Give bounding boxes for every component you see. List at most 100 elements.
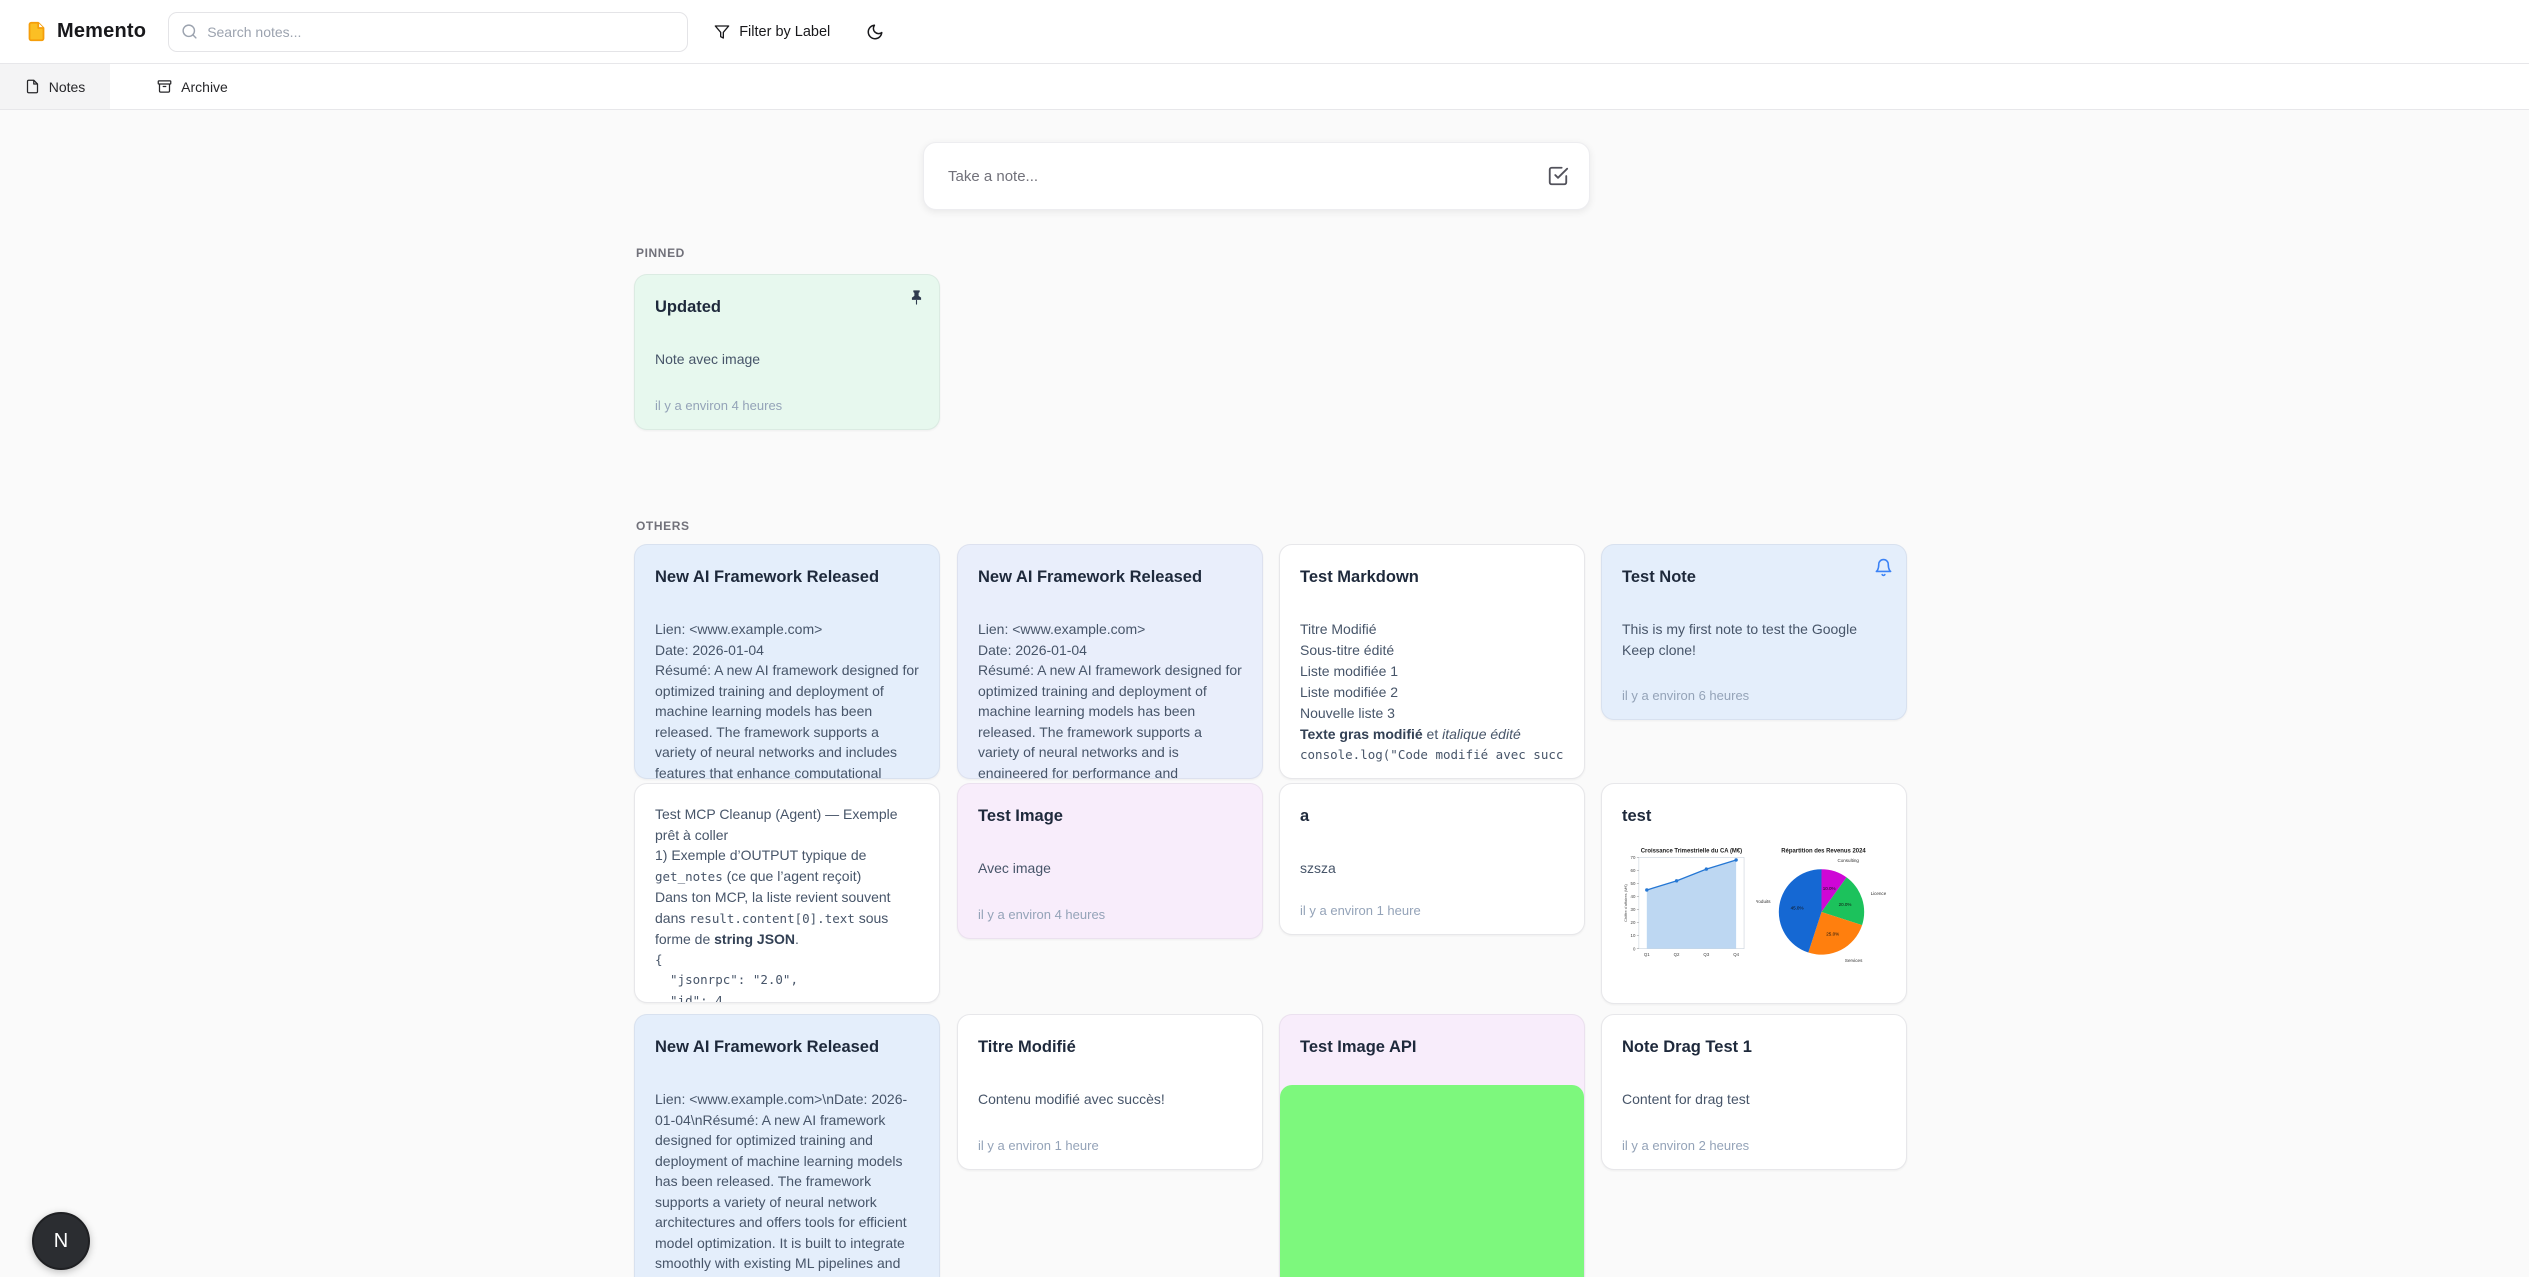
note-card-test-note[interactable]: Test Note This is my first note to test … [1601, 544, 1907, 720]
note-card-test-charts[interactable]: test Croissance Trimestrielle du CA (M€)… [1601, 783, 1907, 1004]
note-title: a [1300, 804, 1564, 828]
markdown-line: Sous-titre édité [1300, 640, 1564, 661]
note-content: This is my first note to test the Google… [1622, 619, 1886, 660]
note-title: New AI Framework Released [655, 565, 919, 589]
note-card-a[interactable]: a szsza il y a environ 1 heure [1279, 783, 1585, 935]
svg-text:Croissance Trimestrielle du CA: Croissance Trimestrielle du CA (M€) [1641, 848, 1742, 854]
file-icon [25, 79, 40, 94]
plain-text: Test MCP Cleanup (Agent) — Exemple prêt … [655, 806, 898, 843]
svg-text:40: 40 [1631, 894, 1636, 899]
user-avatar[interactable]: N [32, 1212, 90, 1270]
note-card-test-markdown[interactable]: Test Markdown Titre Modifié Sous-titre é… [1279, 544, 1585, 779]
note-image-attachments: Croissance Trimestrielle du CA (M€)01020… [1622, 844, 1886, 969]
svg-text:70: 70 [1631, 855, 1636, 860]
svg-text:10: 10 [1631, 933, 1636, 938]
code-line: console.log("Code modifié avec succès!") [1300, 745, 1564, 766]
svg-text:60: 60 [1631, 868, 1636, 873]
markdown-line: Nouvelle liste 3 [1300, 703, 1564, 724]
plain-text: et [1423, 726, 1442, 742]
note-card-test-image[interactable]: Test Image Avec image il y a environ 4 h… [957, 783, 1263, 939]
plain-text: (ce que l’agent reçoit) [723, 868, 862, 884]
others-section-label: OTHERS [636, 519, 690, 533]
tab-notes-label: Notes [49, 79, 86, 95]
markdown-line-formatted: Texte gras modifié et italique édité [1300, 724, 1564, 745]
note-composer[interactable] [923, 142, 1590, 210]
note-content: Titre Modifié Sous-titre édité Liste mod… [1300, 619, 1564, 766]
note-title: Updated [655, 295, 919, 319]
note-title: Titre Modifié [978, 1035, 1242, 1059]
note-title: test [1622, 804, 1886, 828]
svg-text:Consulting: Consulting [1837, 858, 1859, 863]
pinned-section-label: PINNED [636, 246, 685, 260]
code-line: "id": 4,… [655, 991, 919, 1004]
note-card-updated[interactable]: Updated Note avec image il y a environ 4… [634, 274, 940, 430]
note-card-test-image-api[interactable]: Test Image API [1279, 1014, 1585, 1277]
bold-text: Texte gras modifié [1300, 726, 1423, 742]
note-title: Test Image API [1300, 1035, 1564, 1059]
tab-archive-label: Archive [181, 79, 228, 95]
filter-by-label-button[interactable]: Filter by Label [714, 24, 830, 40]
search-input[interactable] [207, 24, 675, 40]
funnel-icon [714, 24, 730, 40]
bold-text: string JSON [714, 931, 795, 947]
app-logo: Memento [26, 20, 146, 43]
code-line: "jsonrpc": "2.0", [655, 970, 919, 991]
pin-icon[interactable] [907, 288, 926, 307]
archive-icon [157, 79, 172, 94]
plain-text: . [795, 931, 799, 947]
file-logo-icon [26, 21, 47, 42]
note-content: Avec image [978, 858, 1242, 879]
note-card-new-ai-3[interactable]: New AI Framework Released Lien: <www.exa… [634, 1014, 940, 1277]
check-square-icon [1547, 165, 1569, 187]
note-content: Lien: <www.example.com> Date: 2026-01-04… [978, 619, 1242, 779]
inline-code: get_notes [655, 869, 723, 884]
markdown-line: Liste modifiée 1 [1300, 661, 1564, 682]
markdown-line: Titre Modifié [1300, 619, 1564, 640]
theme-toggle-button[interactable] [866, 23, 884, 41]
revenue-split-pie-chart: Répartition des Revenus 202410.0%Consult… [1756, 844, 1886, 969]
svg-text:Q3: Q3 [1703, 952, 1709, 957]
tab-notes[interactable]: Notes [0, 64, 110, 109]
tab-archive[interactable]: Archive [110, 64, 275, 109]
note-timestamp: il y a environ 6 heures [1622, 674, 1886, 703]
svg-text:25.0%: 25.0% [1826, 931, 1839, 936]
note-content: Note avec image [655, 349, 919, 370]
code-line: { [655, 950, 919, 971]
note-timestamp: il y a environ 1 heure [1300, 889, 1564, 918]
italic-text: italique édité [1442, 726, 1521, 742]
note-title: Test Markdown [1300, 565, 1564, 589]
take-a-note-input[interactable] [948, 168, 1547, 185]
svg-text:Chiffre d'affaires (M€): Chiffre d'affaires (M€) [1623, 883, 1628, 921]
note-card-new-ai-2[interactable]: New AI Framework Released Lien: <www.exa… [957, 544, 1263, 779]
note-card-note-drag-test[interactable]: Note Drag Test 1 Content for drag test i… [1601, 1014, 1907, 1170]
new-checklist-button[interactable] [1547, 165, 1569, 187]
search-icon [181, 23, 198, 40]
svg-text:20: 20 [1631, 920, 1636, 925]
note-content: Lien: <www.example.com> Date: 2026-01-04… [655, 619, 919, 779]
revenue-growth-area-chart: Croissance Trimestrielle du CA (M€)01020… [1622, 844, 1752, 969]
tab-bar: Notes Archive [0, 64, 2529, 110]
note-title: New AI Framework Released [655, 1035, 919, 1059]
svg-text:Produits: Produits [1756, 899, 1771, 904]
note-card-titre-modifie[interactable]: Titre Modifié Contenu modifié avec succè… [957, 1014, 1263, 1170]
note-timestamp: il y a environ 2 heures [1622, 1124, 1886, 1153]
note-card-new-ai-1[interactable]: New AI Framework Released Lien: <www.exa… [634, 544, 940, 779]
note-content: Contenu modifié avec succès! [978, 1089, 1242, 1110]
note-card-mcp-cleanup[interactable]: Test MCP Cleanup (Agent) — Exemple prêt … [634, 783, 940, 1003]
svg-text:Licences: Licences [1871, 891, 1886, 896]
app-header: Memento Filter by Label [0, 0, 2529, 64]
note-content: Content for drag test [1622, 1089, 1886, 1110]
svg-text:Q2: Q2 [1674, 952, 1680, 957]
svg-text:Répartition des Revenus 2024: Répartition des Revenus 2024 [1781, 848, 1866, 854]
search-box[interactable] [168, 12, 688, 52]
note-timestamp: il y a environ 4 heures [978, 893, 1242, 922]
app-root: Memento Filter by Label Notes Archive [0, 0, 2529, 1277]
svg-text:20.0%: 20.0% [1839, 902, 1852, 907]
note-title: Test Image [978, 804, 1242, 828]
svg-text:30: 30 [1631, 907, 1636, 912]
note-title: New AI Framework Released [978, 565, 1242, 589]
inline-code: result.content[0].text [689, 911, 855, 926]
bell-icon[interactable] [1874, 558, 1893, 577]
note-timestamp: il y a environ 1 heure [978, 1124, 1242, 1153]
note-title: Test Note [1622, 565, 1886, 589]
